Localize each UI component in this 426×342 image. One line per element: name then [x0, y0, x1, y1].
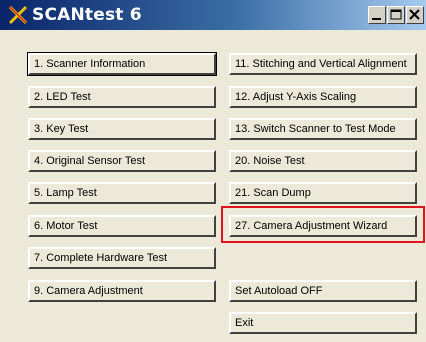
scan-dump-button[interactable]: 21. Scan Dump: [229, 182, 417, 204]
maximize-icon: [390, 9, 402, 20]
key-test-button[interactable]: 3. Key Test: [28, 118, 216, 140]
adjust-y-axis-scaling-button[interactable]: 12. Adjust Y-Axis Scaling: [229, 86, 417, 108]
window-title: SCANtest 6: [32, 5, 142, 25]
camera-adjustment-wizard-button[interactable]: 27. Camera Adjustment Wizard: [229, 215, 417, 237]
close-button[interactable]: [406, 6, 424, 24]
complete-hardware-test-button[interactable]: 7. Complete Hardware Test: [28, 247, 216, 269]
maximize-button[interactable]: [387, 6, 405, 24]
scanner-information-button[interactable]: 1. Scanner Information: [27, 52, 217, 76]
set-autoload-off-button[interactable]: Set Autoload OFF: [229, 280, 417, 302]
noise-test-button[interactable]: 20. Noise Test: [229, 150, 417, 172]
exit-button[interactable]: Exit: [229, 312, 417, 334]
app-logo-icon: [8, 5, 28, 25]
camera-adjustment-button[interactable]: 9. Camera Adjustment: [28, 280, 216, 302]
minimize-button[interactable]: [368, 6, 386, 24]
minimize-icon: [372, 18, 381, 20]
app-window: SCANtest 6 1. Scanner Information 2. LED…: [0, 0, 426, 342]
stitching-vertical-alignment-button[interactable]: 11. Stitching and Vertical Alignment: [229, 53, 417, 75]
window-controls: [354, 6, 426, 26]
title-bar[interactable]: SCANtest 6: [0, 0, 426, 30]
led-test-button[interactable]: 2. LED Test: [28, 86, 216, 108]
close-icon: [409, 9, 420, 20]
original-sensor-test-button[interactable]: 4. Original Sensor Test: [28, 150, 216, 172]
lamp-test-button[interactable]: 5. Lamp Test: [28, 182, 216, 204]
motor-test-button[interactable]: 6. Motor Test: [28, 215, 216, 237]
switch-scanner-test-mode-button[interactable]: 13. Switch Scanner to Test Mode: [229, 118, 417, 140]
